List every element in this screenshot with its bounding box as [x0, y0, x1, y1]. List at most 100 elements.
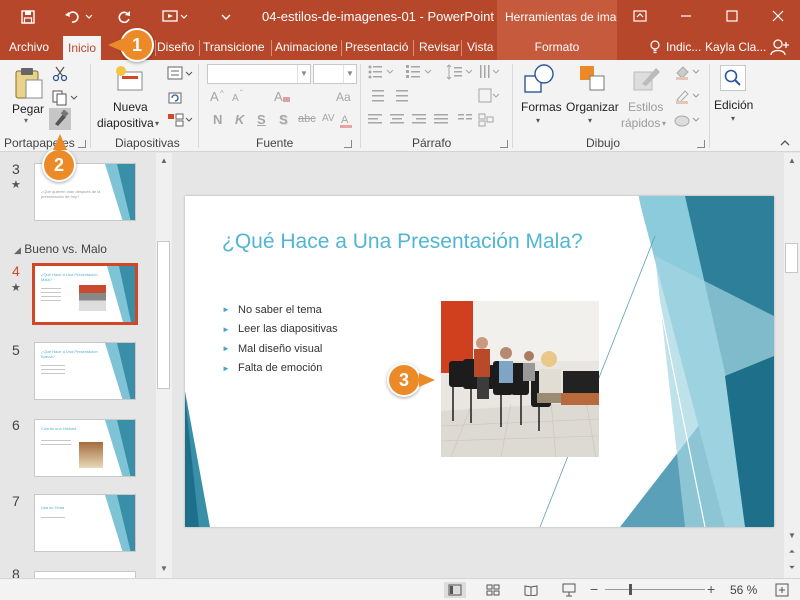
copy-icon[interactable] [52, 90, 78, 109]
slide-thumbnail-8[interactable] [34, 571, 136, 578]
slide-thumbnail-6[interactable]: Cuento una Historia [34, 419, 136, 477]
line-spacing-icon[interactable] [446, 64, 476, 83]
paste-button[interactable]: Pegar [12, 102, 44, 116]
arrange-button[interactable]: Organizar [566, 100, 619, 114]
slideshow-view-icon[interactable] [558, 582, 580, 598]
shape-fill-icon[interactable] [674, 64, 702, 83]
undo-icon[interactable] [62, 6, 96, 28]
chevron-down-icon[interactable]: ▾ [536, 116, 540, 125]
scroll-thumb[interactable] [785, 243, 798, 273]
chevron-down-icon[interactable]: ▾ [662, 119, 666, 128]
scroll-thumb[interactable] [157, 241, 170, 389]
align-text-icon[interactable] [478, 88, 500, 107]
slide-sorter-icon[interactable] [482, 582, 504, 598]
shadow-button[interactable]: S [279, 112, 288, 127]
slide-canvas[interactable]: ¿Qué Hace a Una Presentación Mala? ► No s… [185, 196, 774, 527]
tab-view[interactable]: Vista [467, 40, 493, 54]
quick-styles-label-2[interactable]: rápidos [621, 116, 660, 130]
save-icon[interactable] [16, 6, 40, 28]
text-direction-icon[interactable] [478, 64, 500, 83]
ribbon-display-icon[interactable] [617, 0, 663, 32]
quick-styles-icon[interactable] [632, 64, 662, 97]
slide-picture[interactable] [441, 301, 599, 457]
new-slide-icon[interactable] [114, 64, 144, 97]
slide-bullet-list[interactable]: ► No saber el tema ► Leer las diapositivas… [222, 300, 338, 378]
redo-icon[interactable] [112, 6, 136, 28]
share-icon[interactable] [770, 38, 790, 59]
tab-home[interactable]: Inicio [63, 36, 102, 60]
tab-file[interactable]: Archivo [9, 40, 49, 54]
zoom-out-button[interactable]: − [590, 581, 598, 597]
char-spacing-button[interactable]: AV [322, 113, 335, 124]
tab-slideshow[interactable]: Presentació [345, 40, 411, 54]
quick-styles-label[interactable]: Estilos [628, 100, 663, 114]
font-size-box[interactable]: ▼ [313, 64, 357, 84]
section-header[interactable]: ◢ Bueno vs. Malo [14, 242, 107, 256]
bullets-icon[interactable] [368, 64, 400, 83]
start-presentation-icon[interactable] [160, 6, 190, 28]
find-icon[interactable] [720, 65, 746, 91]
clear-format-icon[interactable]: A [274, 88, 292, 107]
font-launcher-icon[interactable] [344, 140, 352, 148]
reset-slide-icon[interactable] [167, 90, 183, 109]
chevron-down-icon[interactable]: ▼ [297, 65, 310, 83]
previous-slide-icon[interactable]: ⏶ [784, 544, 800, 560]
slide-thumbnail-7[interactable]: Usa su Tema [34, 494, 136, 552]
grow-font-icon[interactable]: A ^ A ˇ [210, 88, 264, 107]
slide-scrollbar[interactable]: ▲ ▼ ⏶ ⏷ [784, 153, 800, 578]
slide-thumbnail-5[interactable]: ¿Qué Hace a Una Presentación Buena? [34, 342, 136, 400]
bold-button[interactable]: N [213, 112, 222, 127]
indent-icons[interactable] [368, 88, 428, 107]
new-slide-dropdown-icon[interactable]: ▾ [155, 119, 159, 128]
zoom-in-button[interactable]: + [707, 581, 715, 597]
new-slide-label-2[interactable]: diapositiva [97, 116, 154, 130]
layout-icon[interactable] [167, 66, 195, 85]
reading-view-icon[interactable] [520, 582, 542, 598]
section-icon[interactable] [167, 112, 195, 131]
font-color-icon[interactable]: A [340, 112, 358, 131]
underline-button[interactable]: S [257, 112, 266, 127]
new-slide-label[interactable]: Nueva [113, 100, 148, 114]
thumbnail-scrollbar[interactable]: ▲ ▼ [156, 153, 172, 578]
slide-title[interactable]: ¿Qué Hace a Una Presentación Mala? [222, 230, 583, 254]
collapse-section-icon[interactable]: ◢ [14, 245, 21, 255]
shape-effects-icon[interactable] [674, 112, 702, 131]
smartart-icon[interactable] [478, 112, 500, 131]
next-slide-icon[interactable]: ⏷ [784, 560, 800, 576]
zoom-slider[interactable] [605, 589, 705, 590]
fit-to-window-icon[interactable] [771, 582, 793, 598]
chevron-down-icon[interactable]: ▾ [588, 116, 592, 125]
tab-animations[interactable]: Animacione [275, 40, 339, 54]
cut-icon[interactable] [52, 66, 68, 85]
slide-thumbnail-4[interactable]: ¿Qué Hace a Una Presentación Mala? [32, 263, 138, 325]
tab-review[interactable]: Revisar [419, 40, 460, 54]
change-case-icon[interactable]: Aa [336, 88, 356, 107]
account-name[interactable]: Kayla Cla... [705, 40, 766, 54]
scroll-up-icon[interactable]: ▲ [156, 153, 172, 169]
clipboard-launcher-icon[interactable] [78, 140, 86, 148]
maximize-button[interactable] [709, 0, 755, 32]
zoom-slider-handle[interactable] [629, 584, 632, 595]
shapes-button[interactable]: Formas [521, 100, 562, 114]
italic-button[interactable]: K [235, 112, 244, 127]
close-button[interactable] [755, 0, 800, 32]
tell-me-box[interactable]: Indic... [666, 40, 701, 54]
scroll-down-icon[interactable]: ▼ [784, 528, 800, 544]
minimize-button[interactable] [663, 0, 709, 32]
paragraph-launcher-icon[interactable] [500, 140, 508, 148]
alignment-icons[interactable] [368, 112, 478, 131]
font-family-box[interactable]: ▼ [207, 64, 311, 84]
numbering-icon[interactable] [406, 64, 438, 83]
editing-button[interactable]: Edición [714, 98, 753, 112]
strikethrough-button[interactable]: abc [298, 113, 316, 125]
scroll-up-icon[interactable]: ▲ [784, 153, 800, 169]
tab-format[interactable]: Formato [497, 36, 617, 60]
format-painter-icon[interactable] [49, 108, 71, 130]
scroll-down-icon[interactable]: ▼ [156, 561, 172, 577]
paste-icon[interactable] [14, 66, 44, 103]
tell-me-icon[interactable] [650, 40, 660, 57]
chevron-down-icon[interactable]: ▾ [731, 114, 735, 123]
qat-customize-icon[interactable] [214, 6, 238, 28]
tab-design[interactable]: Diseño [157, 40, 194, 54]
zoom-level[interactable]: 56 % [730, 583, 757, 597]
